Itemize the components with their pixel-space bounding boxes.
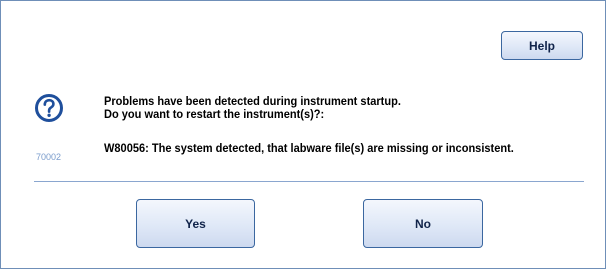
message-code: 70002: [36, 152, 62, 162]
error-detail: W80056: The system detected, that labwar…: [104, 141, 514, 155]
no-button[interactable]: No: [363, 199, 483, 248]
help-button[interactable]: Help: [501, 31, 583, 60]
message-line-2: Do you want to restart the instrument(s)…: [104, 107, 325, 121]
message-text: Problems have been detected during instr…: [104, 95, 401, 121]
yes-button[interactable]: Yes: [136, 199, 255, 248]
question-circle-icon: [34, 93, 64, 123]
restart-dialog: Help 70002 Problems have been detected d…: [0, 0, 606, 269]
divider: [34, 181, 584, 182]
